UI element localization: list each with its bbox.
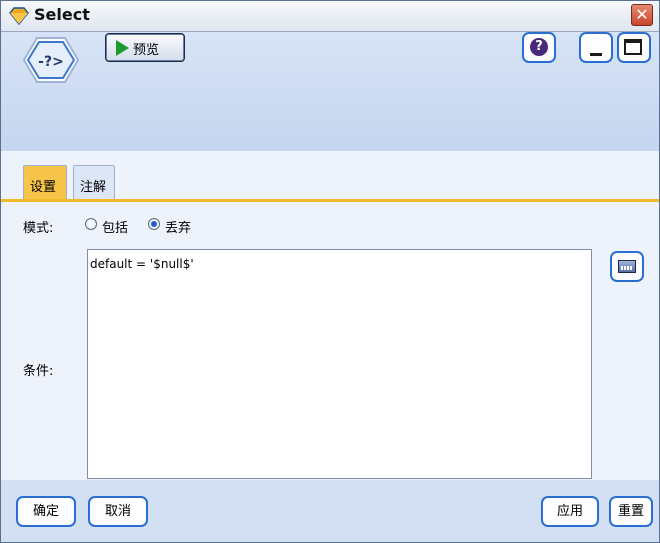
cancel-button[interactable]: 取消	[88, 496, 148, 527]
tab-annotations[interactable]: 注解	[73, 165, 115, 199]
close-button[interactable]: ✕	[631, 4, 653, 26]
apply-button[interactable]: 应用	[541, 496, 599, 527]
help-button[interactable]: ?	[522, 32, 556, 63]
ok-button[interactable]: 确定	[16, 496, 76, 527]
diamond-app-icon	[9, 7, 29, 25]
discard-radio[interactable]	[148, 218, 160, 230]
preview-label: 预览	[133, 43, 160, 58]
node-header	[1, 32, 659, 151]
select-node-dialog: Select ✕ -?> 预览 ? 设置 注解 模式: 包括 丢弃 条件: de…	[0, 0, 660, 543]
maximize-button[interactable]	[617, 32, 651, 63]
close-icon: ✕	[635, 5, 649, 24]
expression-builder-button[interactable]	[610, 251, 644, 282]
condition-editor[interactable]: default = '$null$'	[87, 249, 592, 479]
preview-button[interactable]: 预览	[105, 33, 185, 62]
maximize-icon	[624, 39, 642, 55]
tab-settings[interactable]: 设置	[23, 165, 67, 199]
include-radio[interactable]	[85, 218, 97, 230]
window-title: Select	[34, 5, 90, 24]
minimize-button[interactable]	[579, 32, 613, 63]
select-node-icon: -?>	[23, 37, 79, 83]
title-bar[interactable]: Select ✕	[1, 1, 659, 32]
condition-label: 条件:	[23, 364, 54, 379]
reset-button[interactable]: 重置	[609, 496, 653, 527]
help-icon: ?	[530, 38, 548, 56]
include-radio-label[interactable]: 包括	[102, 217, 128, 236]
calculator-icon	[618, 260, 636, 273]
discard-radio-label[interactable]: 丢弃	[165, 217, 191, 236]
play-icon	[116, 40, 129, 56]
node-icon-label: -?>	[38, 54, 64, 70]
minimize-icon	[590, 53, 602, 56]
mode-label: 模式:	[23, 221, 54, 236]
